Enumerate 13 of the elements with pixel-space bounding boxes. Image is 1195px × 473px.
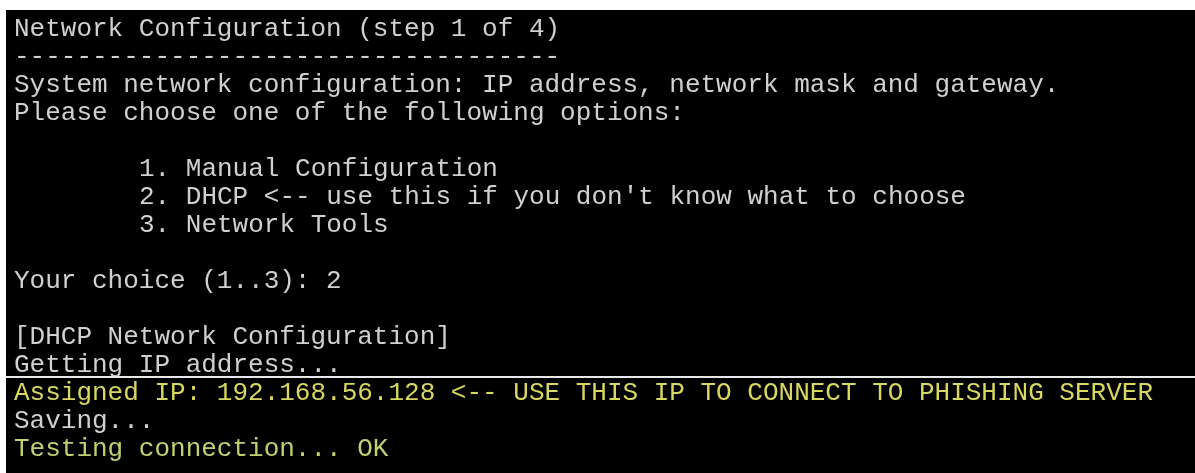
terminal-line: Saving... <box>14 407 155 435</box>
terminal-line: Please choose one of the following options: <box>14 99 685 127</box>
terminal-line: Testing connection... OK <box>14 435 389 463</box>
terminal-line: Network Configuration (step 1 of 4) <box>14 15 561 43</box>
terminal-line: System network configuration: IP address, network mask and gateway. <box>14 71 1060 99</box>
terminal-line: Your choice (1..3): 2 <box>14 267 342 295</box>
terminal-line: 3. Network Tools <box>139 211 389 239</box>
terminal-line: [DHCP Network Configuration] <box>14 323 451 351</box>
terminal-line: 1. Manual Configuration <box>139 155 498 183</box>
terminal-line: 2. DHCP <-- use this if you don't know what to choose <box>139 183 966 211</box>
terminal-line: ----------------------------------- <box>14 43 561 71</box>
terminal-line: Assigned IP: 192.168.56.128 <-- USE THIS IP TO CONNECT TO PHISHING SERVER <box>14 379 1153 407</box>
terminal-line: Getting IP address... <box>14 351 342 379</box>
